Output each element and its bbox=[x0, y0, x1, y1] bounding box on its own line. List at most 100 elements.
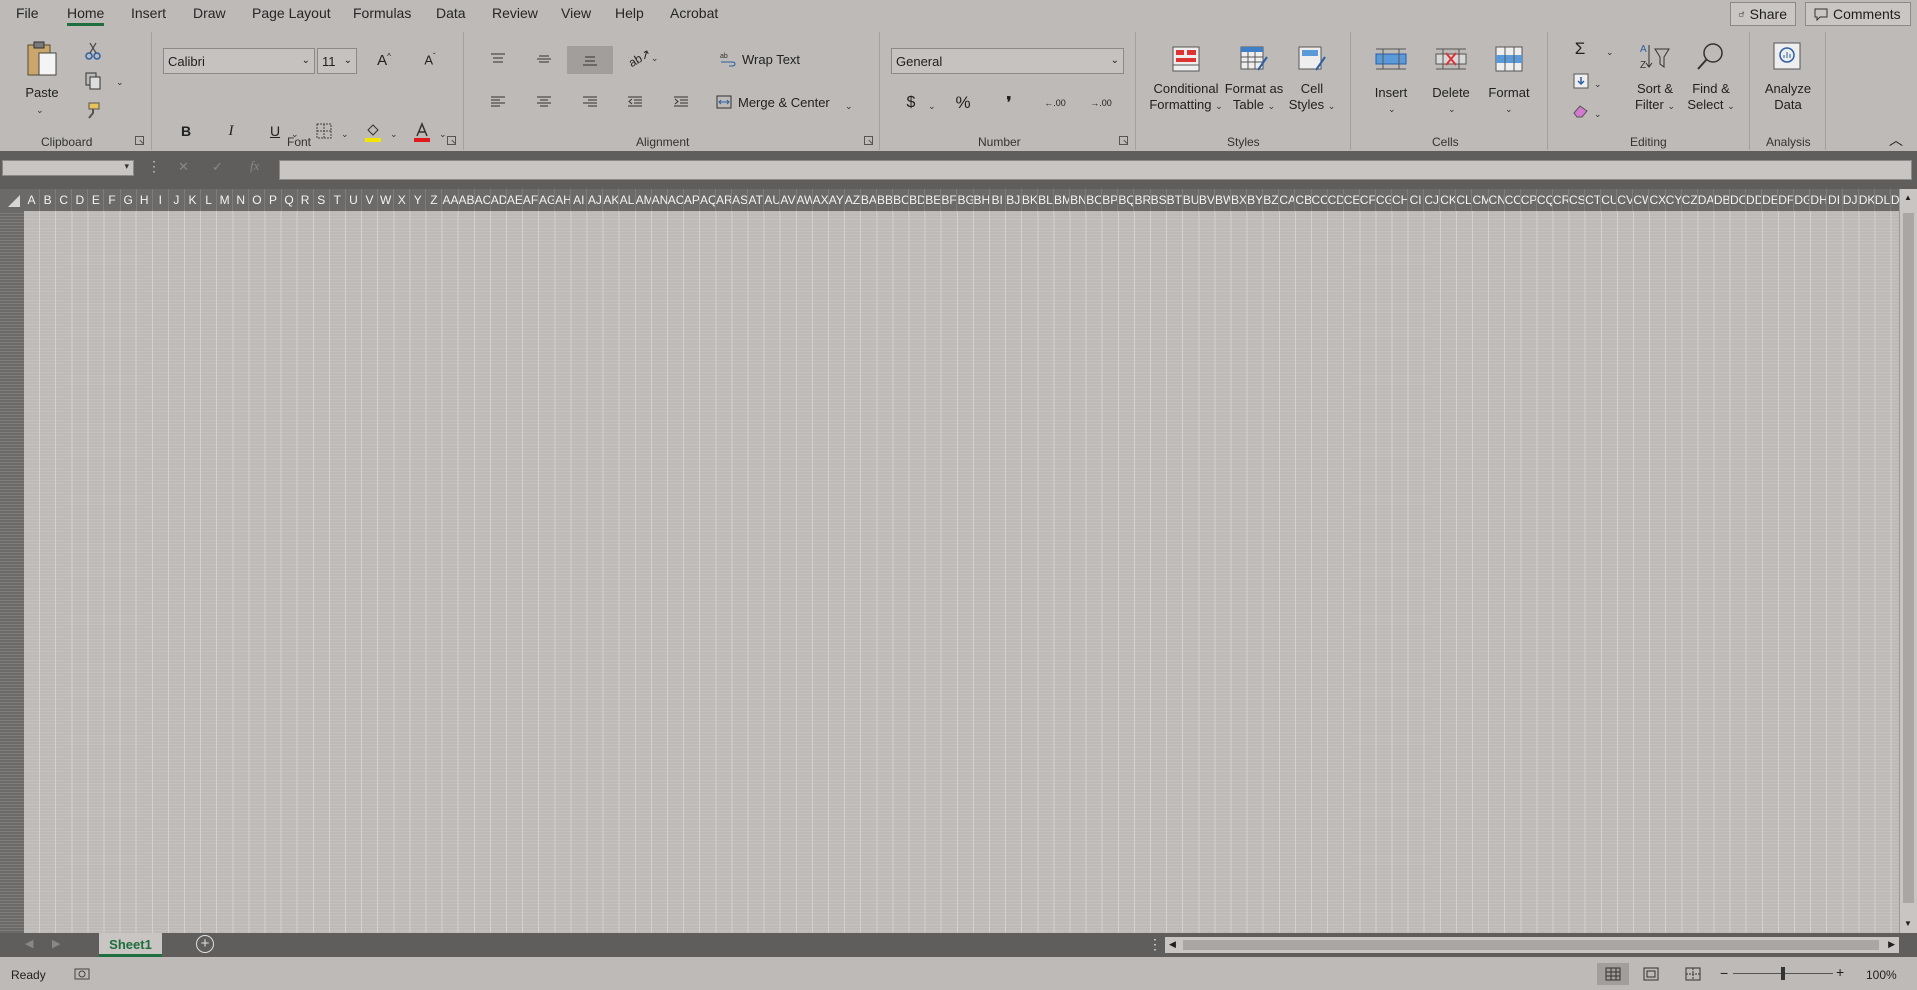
collapse-ribbon-icon[interactable]: ︿ bbox=[1889, 132, 1903, 148]
column-header[interactable]: U bbox=[346, 189, 362, 211]
number-format-select[interactable]: General ⌄ bbox=[891, 48, 1124, 74]
column-header[interactable]: BM bbox=[1054, 189, 1071, 211]
align-right-button[interactable] bbox=[579, 92, 601, 112]
zoom-in-button[interactable]: + bbox=[1836, 964, 1844, 980]
column-header[interactable]: L bbox=[201, 189, 218, 211]
paste-dropdown-icon[interactable]: ⌄ bbox=[36, 102, 44, 118]
tab-acrobat[interactable]: Acrobat bbox=[670, 5, 718, 21]
column-header[interactable]: DE bbox=[1762, 189, 1779, 211]
column-header[interactable]: DC bbox=[1730, 189, 1747, 211]
column-header[interactable]: BF bbox=[941, 189, 958, 211]
fill-button[interactable] bbox=[1570, 70, 1592, 92]
clear-dropdown-icon[interactable]: ⌄ bbox=[1594, 106, 1602, 122]
insert-dropdown-icon[interactable]: ⌄ bbox=[1388, 101, 1396, 117]
column-header[interactable]: CC bbox=[1312, 189, 1328, 211]
align-center-button[interactable] bbox=[533, 92, 555, 112]
comments-button[interactable]: Comments bbox=[1805, 2, 1911, 26]
scroll-left-icon[interactable]: ◀ bbox=[1169, 939, 1176, 950]
macro-record-icon[interactable] bbox=[74, 967, 90, 981]
bold-button[interactable]: B bbox=[176, 120, 196, 142]
tab-file[interactable]: File bbox=[16, 5, 39, 21]
tab-split-handle-icon[interactable]: ⋮ bbox=[1148, 936, 1162, 953]
column-header[interactable]: CF bbox=[1360, 189, 1376, 211]
column-header[interactable]: CO bbox=[1505, 189, 1521, 211]
percent-button[interactable]: % bbox=[952, 92, 974, 114]
column-header[interactable]: DA bbox=[1698, 189, 1714, 211]
column-header[interactable]: AZ bbox=[845, 189, 861, 211]
scroll-down-icon[interactable]: ▼ bbox=[1904, 919, 1912, 928]
column-header[interactable]: DL bbox=[1875, 189, 1891, 211]
column-header[interactable]: AX bbox=[813, 189, 829, 211]
increase-decimal-button[interactable]: ←.00 bbox=[1043, 92, 1067, 114]
merge-center-button[interactable]: Merge & Center bbox=[716, 91, 856, 113]
column-header[interactable]: BU bbox=[1183, 189, 1199, 211]
tab-formulas[interactable]: Formulas bbox=[353, 5, 411, 21]
column-header[interactable]: X bbox=[394, 189, 411, 211]
column-header[interactable]: DF bbox=[1778, 189, 1795, 211]
share-button[interactable]: Share bbox=[1730, 2, 1796, 26]
row-headers[interactable] bbox=[0, 211, 24, 933]
column-header[interactable]: N bbox=[233, 189, 250, 211]
column-header[interactable]: CZ bbox=[1682, 189, 1698, 211]
column-header[interactable]: CR bbox=[1553, 189, 1569, 211]
column-header[interactable]: BD bbox=[909, 189, 926, 211]
column-header[interactable]: Z bbox=[426, 189, 443, 211]
horizontal-scroll-thumb[interactable] bbox=[1183, 940, 1879, 950]
column-header[interactable]: S bbox=[314, 189, 330, 211]
zoom-slider[interactable] bbox=[1733, 967, 1833, 980]
column-header[interactable]: BB bbox=[877, 189, 894, 211]
vertical-scrollbar[interactable]: ▲ ▼ bbox=[1899, 189, 1917, 933]
formula-input[interactable] bbox=[279, 160, 1912, 180]
tab-insert[interactable]: Insert bbox=[131, 5, 166, 21]
column-header[interactable]: AN bbox=[652, 189, 668, 211]
scroll-right-icon[interactable]: ▶ bbox=[1888, 939, 1895, 950]
font-color-button[interactable] bbox=[411, 120, 433, 144]
column-header[interactable]: BT bbox=[1167, 189, 1183, 211]
column-header[interactable]: BC bbox=[893, 189, 910, 211]
find-select-button[interactable] bbox=[1694, 40, 1728, 72]
column-header[interactable]: BH bbox=[974, 189, 990, 211]
column-header[interactable]: BW bbox=[1215, 189, 1232, 211]
accounting-format-button[interactable]: $ bbox=[901, 92, 921, 114]
accounting-dropdown-icon[interactable]: ⌄ bbox=[928, 98, 936, 114]
column-header[interactable]: V bbox=[362, 189, 379, 211]
comma-style-button[interactable]: ❜ bbox=[998, 92, 1020, 114]
column-header[interactable]: AM bbox=[636, 189, 652, 211]
column-header[interactable]: CQ bbox=[1537, 189, 1553, 211]
autosum-dropdown-icon[interactable]: ⌄ bbox=[1606, 44, 1614, 60]
column-header[interactable]: AT bbox=[748, 189, 765, 211]
conditional-formatting-button[interactable] bbox=[1170, 44, 1202, 74]
font-launcher-icon[interactable] bbox=[447, 136, 456, 145]
column-header[interactable]: T bbox=[330, 189, 346, 211]
column-header[interactable]: BQ bbox=[1118, 189, 1135, 211]
column-header[interactable]: K bbox=[185, 189, 202, 211]
cell-styles-button[interactable] bbox=[1296, 44, 1328, 74]
horizontal-scrollbar[interactable]: ◀ ▶ bbox=[1165, 937, 1899, 953]
column-header[interactable]: BP bbox=[1102, 189, 1119, 211]
format-dropdown-icon[interactable]: ⌄ bbox=[1505, 101, 1513, 117]
column-header[interactable]: BR bbox=[1134, 189, 1151, 211]
cell-area[interactable] bbox=[24, 211, 1899, 933]
column-header[interactable]: BK bbox=[1022, 189, 1038, 211]
column-header[interactable]: AI bbox=[571, 189, 588, 211]
tab-home[interactable]: Home bbox=[67, 5, 105, 26]
column-header[interactable]: B bbox=[40, 189, 57, 211]
column-header[interactable]: CI bbox=[1408, 189, 1425, 211]
column-header[interactable]: CW bbox=[1633, 189, 1650, 211]
column-header[interactable]: AU bbox=[764, 189, 781, 211]
format-cells-button[interactable] bbox=[1493, 44, 1525, 74]
column-header[interactable]: BN bbox=[1070, 189, 1087, 211]
column-header[interactable]: AQ bbox=[700, 189, 717, 211]
zoom-slider-thumb[interactable] bbox=[1781, 967, 1785, 980]
column-header[interactable]: AO bbox=[668, 189, 684, 211]
column-header[interactable]: AV bbox=[780, 189, 797, 211]
column-header[interactable]: BV bbox=[1199, 189, 1215, 211]
column-header[interactable]: AF bbox=[523, 189, 539, 211]
column-header[interactable]: AK bbox=[603, 189, 620, 211]
column-header[interactable]: CL bbox=[1456, 189, 1473, 211]
cancel-icon[interactable]: ✕ bbox=[178, 159, 189, 175]
column-header[interactable]: C bbox=[56, 189, 73, 211]
column-header[interactable]: A bbox=[24, 189, 41, 211]
zoom-out-button[interactable]: − bbox=[1720, 965, 1728, 981]
column-header[interactable]: BL bbox=[1038, 189, 1054, 211]
